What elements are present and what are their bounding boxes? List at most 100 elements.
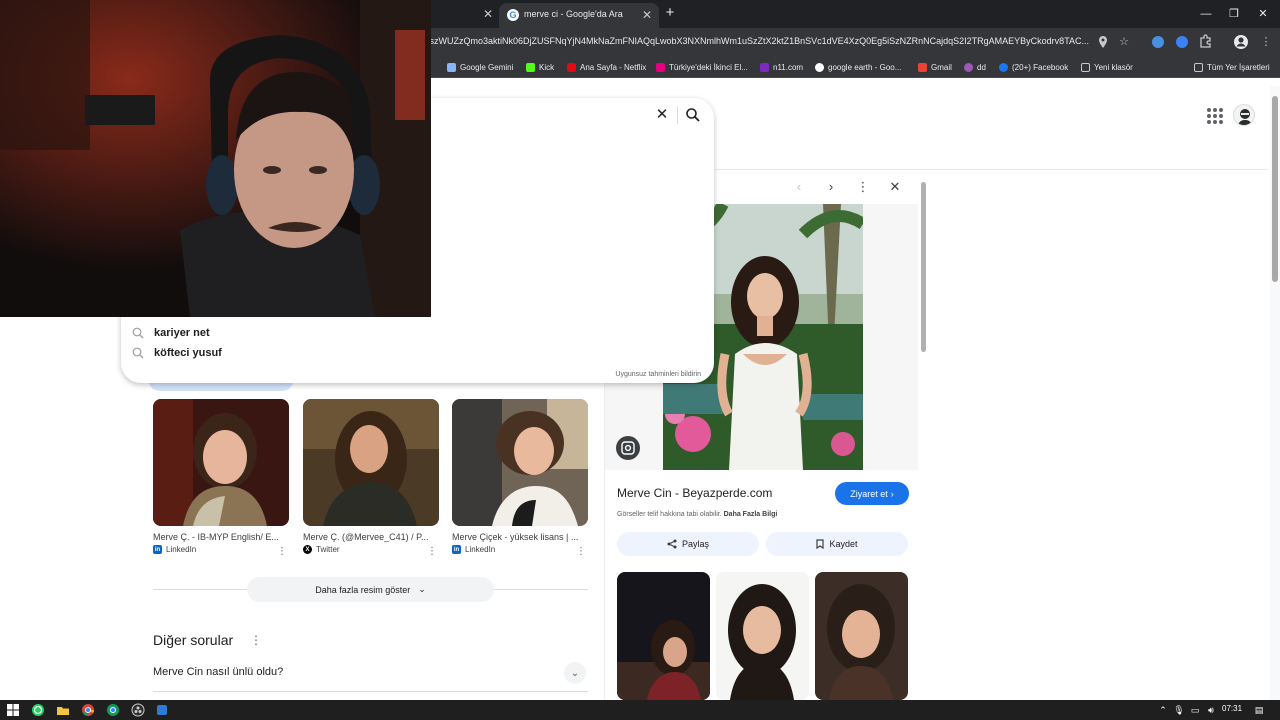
panel-scrollbar[interactable]	[920, 179, 928, 700]
copyright-note: Görseller telif hakkına tabi olabilir. D…	[617, 511, 777, 518]
result-image[interactable]	[452, 399, 588, 526]
extension-icon[interactable]	[1176, 36, 1188, 48]
google-apps-icon[interactable]	[1206, 107, 1223, 124]
address-bar[interactable]: cszWUZzQmo3aktiNk06DjZUSFNqYjN4MkNaZmFNI…	[425, 36, 1090, 50]
app-icon[interactable]	[155, 703, 169, 717]
tab-active[interactable]: G merve ci - Google'da Ara ✕	[499, 3, 659, 28]
clear-search-icon[interactable]: ✕	[654, 107, 670, 123]
close-tab-icon[interactable]: ✕	[480, 6, 496, 22]
webcam-overlay	[0, 0, 431, 317]
bookmark-item[interactable]: Türkiye'deki İkinci El...	[656, 61, 748, 73]
all-bookmarks-folder[interactable]: Tüm Yer İşaretleri	[1194, 61, 1270, 73]
expand-chevron-icon[interactable]: ⌄	[564, 662, 586, 684]
divider	[494, 589, 588, 590]
share-icon	[667, 539, 677, 549]
image-result[interactable]: Merve Ç. - IB-MYP English/ E... in Linked…	[153, 399, 289, 557]
result-image[interactable]	[303, 399, 439, 526]
result-image[interactable]	[153, 399, 289, 526]
visit-button[interactable]: Ziyaret et ›	[835, 482, 909, 505]
next-image-icon[interactable]: ›	[823, 179, 839, 195]
save-button[interactable]: Kaydet	[766, 532, 908, 556]
page-scrollbar[interactable]	[1270, 86, 1280, 700]
bookmark-label: google earth - Goo...	[828, 62, 902, 72]
new-tab-icon[interactable]: +	[662, 5, 678, 21]
image-caption[interactable]: Merve Ç. - IB-MYP English/ E...	[153, 532, 285, 542]
notifications-icon[interactable]: ▤	[1253, 704, 1265, 716]
image-source[interactable]: in LinkedIn	[153, 545, 289, 554]
profile-icon[interactable]	[1233, 34, 1249, 50]
more-images-button[interactable]: Daha fazla resim göster ⌄	[247, 577, 494, 602]
image-result[interactable]: Merve Ç. (@Mervee_C41) / P... X Twitter ⋮	[303, 399, 439, 557]
image-source[interactable]: X Twitter	[303, 545, 439, 554]
volume-icon[interactable]: 🔊︎	[1205, 704, 1217, 716]
close-panel-icon[interactable]: ✕	[887, 179, 903, 195]
chrome-icon[interactable]	[106, 703, 120, 717]
start-button[interactable]	[6, 703, 20, 717]
whatsapp-icon[interactable]	[31, 703, 45, 717]
suggestion-item[interactable]: köfteci yusuf	[131, 345, 222, 361]
scrollbar-thumb[interactable]	[921, 182, 926, 352]
image-source[interactable]: in LinkedIn	[452, 545, 588, 554]
bookmark-item[interactable]: google earth - Goo...	[815, 61, 901, 73]
suggestion-item[interactable]: kariyer net	[131, 325, 210, 341]
chevron-right-icon: ›	[890, 488, 894, 499]
search-icon	[132, 347, 144, 359]
scrollbar-thumb[interactable]	[1272, 96, 1278, 282]
source-name: LinkedIn	[465, 545, 496, 554]
bookmark-item[interactable]: Kick	[526, 61, 554, 73]
microphone-icon[interactable]: 🎙︎	[1173, 704, 1185, 716]
more-options-icon[interactable]: ⋮	[855, 179, 871, 195]
windows-taskbar	[0, 700, 1280, 720]
paa-question[interactable]: Merve Cin nasıl ünlü oldu?	[153, 666, 283, 678]
related-image[interactable]	[815, 572, 908, 700]
share-label: Paylaş	[681, 539, 709, 549]
more-info-link[interactable]: Daha Fazla Bilgi	[724, 511, 778, 518]
menu-kebab-icon[interactable]: ⋮	[1258, 34, 1274, 50]
lens-search-icon[interactable]	[616, 436, 640, 460]
bookmark-item[interactable]: Google Gemini	[447, 61, 513, 73]
divider	[677, 106, 678, 124]
image-caption[interactable]: Merve Çiçek - yüksek lisans | ...	[452, 532, 584, 542]
related-image[interactable]	[617, 572, 710, 700]
source-site-title[interactable]: Merve Cin - Beyazperde.com	[617, 486, 772, 500]
bookmark-item[interactable]: n11.com	[760, 61, 803, 73]
bookmark-item[interactable]: Ana Sayfa - Netflix	[567, 61, 646, 73]
previous-image-icon[interactable]: ‹	[791, 179, 807, 195]
chrome-icon[interactable]	[81, 703, 95, 717]
bookmark-label: Yeni klasör	[1094, 62, 1133, 72]
extension-icon[interactable]	[1152, 36, 1164, 48]
extensions-puzzle-icon[interactable]	[1198, 34, 1214, 50]
more-options-icon[interactable]: ⋮	[576, 546, 586, 557]
close-tab-icon[interactable]: ✕	[639, 7, 655, 23]
network-icon[interactable]: ▭	[1189, 704, 1201, 716]
gemini-icon	[447, 62, 456, 72]
bookmark-item[interactable]: (20+) Facebook	[999, 61, 1068, 73]
file-explorer-icon[interactable]	[56, 703, 70, 717]
minimize-icon[interactable]: —	[1198, 6, 1214, 22]
related-image[interactable]	[716, 572, 809, 700]
x-icon: X	[303, 545, 312, 554]
search-icon[interactable]	[685, 107, 701, 123]
report-predictions-link[interactable]: Uygunsuz tahminleri bildirin	[615, 371, 701, 378]
more-options-icon[interactable]: ⋮	[250, 633, 262, 647]
close-window-icon[interactable]: ✕	[1255, 6, 1271, 22]
bookmark-item[interactable]: dd	[964, 61, 986, 73]
image-caption[interactable]: Merve Ç. (@Mervee_C41) / P...	[303, 532, 435, 542]
source-name: Twitter	[316, 545, 340, 554]
image-result[interactable]: Merve Çiçek - yüksek lisans | ... in Link…	[452, 399, 588, 557]
tray-chevron-icon[interactable]: ⌃	[1157, 704, 1169, 716]
restore-icon[interactable]: ❐	[1226, 6, 1242, 22]
obs-icon[interactable]	[131, 703, 145, 717]
google-favicon-icon: G	[507, 9, 519, 21]
suggestion-text: köfteci yusuf	[154, 347, 222, 359]
location-icon[interactable]	[1095, 34, 1111, 50]
more-options-icon[interactable]: ⋮	[277, 546, 287, 557]
more-options-icon[interactable]: ⋮	[427, 546, 437, 557]
clock[interactable]: 07:31	[1222, 704, 1242, 713]
share-button[interactable]: Paylaş	[617, 532, 759, 556]
bookmark-folder[interactable]: Yeni klasör	[1081, 61, 1133, 73]
bookmark-star-icon[interactable]: ☆	[1116, 34, 1132, 50]
divider	[153, 691, 588, 692]
bookmark-item[interactable]: Gmail	[918, 61, 952, 73]
account-avatar[interactable]	[1233, 104, 1255, 126]
